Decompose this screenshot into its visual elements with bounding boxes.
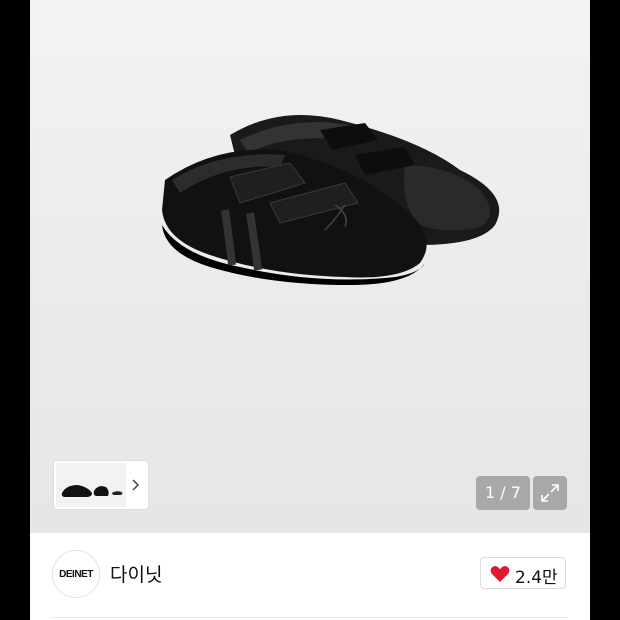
heart-icon xyxy=(490,566,510,582)
brand-row: DEINET 다이닛 2.4만 xyxy=(30,533,590,620)
brand-logo[interactable]: DEINET xyxy=(52,550,100,598)
like-button[interactable]: 2.4만 xyxy=(480,557,566,589)
image-gallery[interactable]: 1 / 7 xyxy=(30,0,590,533)
product-page: 1 / 7 DEINET 다이닛 2.4만 xyxy=(30,0,590,620)
like-count: 2.4만 xyxy=(515,568,558,588)
image-counter: 1 / 7 xyxy=(476,476,530,510)
thumbnail-strip[interactable] xyxy=(54,461,148,509)
brand-name[interactable]: 다이닛 xyxy=(110,560,162,587)
product-main-image xyxy=(162,115,500,285)
brand-logo-text: DEINET xyxy=(59,568,93,580)
product-thumbnail[interactable] xyxy=(56,463,126,507)
expand-button[interactable] xyxy=(533,476,567,510)
divider xyxy=(52,617,568,618)
expand-icon xyxy=(541,484,559,502)
chevron-right-icon[interactable] xyxy=(130,475,142,495)
